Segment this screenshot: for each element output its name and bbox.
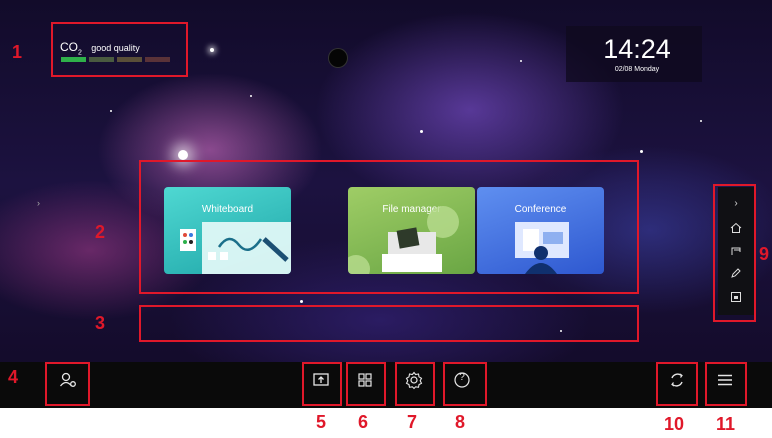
clock-date: 02/08 Monday: [614, 66, 660, 73]
callout-box-apps-grid: [346, 362, 386, 406]
callout-box-menu: [705, 362, 747, 406]
callout-number-4: 4: [8, 367, 19, 387]
callout-number-3: 3: [95, 313, 106, 333]
callout-number-10: 10: [664, 414, 685, 434]
callout-box-help: [443, 362, 487, 406]
clock-time: 14:24: [603, 34, 671, 64]
camera-sensor-icon: [329, 49, 347, 67]
callout-box-share: [302, 362, 342, 406]
star-decoration: [520, 60, 522, 62]
star-decoration: [420, 130, 423, 133]
callout-box-settings: [395, 362, 435, 406]
star-decoration: [178, 150, 188, 160]
callout-box-sidebar: [713, 184, 756, 322]
star-decoration: [640, 150, 643, 153]
star-decoration: [700, 120, 702, 122]
callout-number-5: 5: [316, 412, 327, 432]
callout-number-6: 6: [358, 412, 369, 432]
star-decoration: [250, 95, 252, 97]
left-panel-chevron-icon[interactable]: ›: [37, 198, 40, 208]
callout-number-8: 8: [455, 412, 466, 432]
callout-number-1: 1: [12, 42, 23, 62]
callout-number-9: 9: [759, 244, 770, 264]
star-decoration: [300, 300, 303, 303]
callout-number-7: 7: [407, 412, 418, 432]
callout-box-widgets: [139, 305, 639, 342]
star-decoration: [110, 110, 112, 112]
callout-number-2: 2: [95, 222, 106, 242]
callout-box-status: [51, 22, 188, 77]
callout-number-11: 11: [716, 414, 736, 434]
star-decoration: [210, 48, 214, 52]
callout-box-user: [45, 362, 90, 406]
callout-box-refresh: [656, 362, 698, 406]
callout-box-apps: [139, 160, 639, 294]
